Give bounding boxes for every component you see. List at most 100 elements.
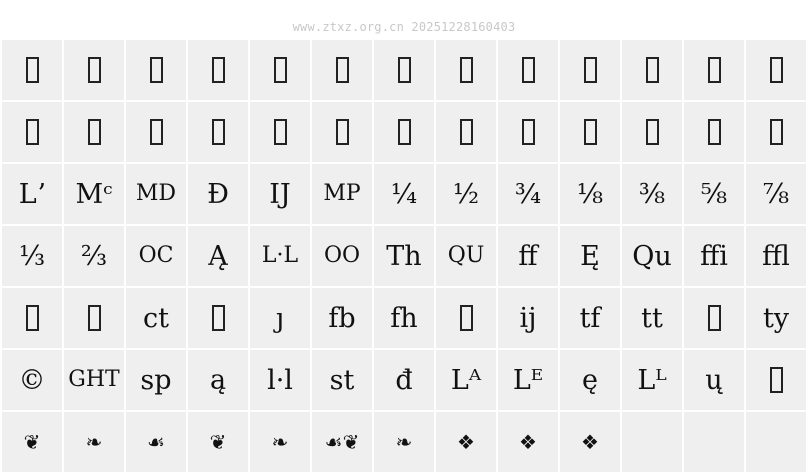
glyph-char: ⅝: [700, 178, 728, 210]
glyph-cell: ½: [436, 164, 496, 224]
glyph-char: MD: [135, 181, 177, 206]
missing-glyph-cell: [746, 350, 806, 410]
glyph-cell: Mᶜ: [64, 164, 124, 224]
missing-glyph-box-icon: [25, 119, 39, 145]
glyph-char: Lᴸ: [637, 364, 667, 396]
glyph-cell: fh: [374, 288, 434, 348]
glyph-cell: Đ: [188, 164, 248, 224]
missing-glyph-cell: [436, 288, 496, 348]
missing-glyph-box-icon: [459, 57, 473, 83]
glyph-cell: ⅞: [746, 164, 806, 224]
glyph-cell: MP: [312, 164, 372, 224]
glyph-cell: ffi: [684, 226, 744, 286]
glyph-cell: Ą: [188, 226, 248, 286]
glyph-cell: ų: [684, 350, 744, 410]
missing-glyph-box-icon: [149, 119, 163, 145]
glyph-cell: MD: [126, 164, 186, 224]
ornament-glyph: ❖: [457, 430, 475, 454]
glyph-char: Th: [386, 240, 422, 272]
missing-glyph-box-icon: [397, 119, 411, 145]
empty-cell: [746, 412, 806, 472]
glyph-char: Mᶜ: [75, 178, 113, 210]
glyph-char: l·l: [267, 364, 293, 396]
glyph-cell: Th: [374, 226, 434, 286]
ornament-glyph: ❖: [519, 430, 537, 454]
ornament-glyph-cell: ❧: [250, 412, 310, 472]
missing-glyph-box-icon: [397, 57, 411, 83]
glyph-char: IJ: [269, 178, 291, 210]
glyph-char: Lᴬ: [450, 364, 482, 396]
glyph-cell: st: [312, 350, 372, 410]
ornament-glyph: ❧: [85, 430, 103, 454]
glyph-char: tf: [579, 302, 601, 334]
glyph-cell: Lᴬ: [436, 350, 496, 410]
glyph-char: ffl: [762, 240, 790, 272]
glyph-cell: Lʼ: [2, 164, 62, 224]
glyph-char: ¼: [390, 178, 418, 210]
glyph-cell: ⅓: [2, 226, 62, 286]
glyph-char: đ: [395, 364, 413, 396]
missing-glyph-cell: [498, 40, 558, 100]
missing-glyph-box-icon: [25, 57, 39, 83]
glyph-char: ⅔: [80, 240, 108, 272]
missing-glyph-box-icon: [87, 119, 101, 145]
missing-glyph-cell: [684, 102, 744, 162]
missing-glyph-cell: [126, 102, 186, 162]
glyph-char: GHT: [68, 367, 120, 392]
ornament-glyph-cell: ☙: [126, 412, 186, 472]
glyph-cell: Lᴱ: [498, 350, 558, 410]
missing-glyph-box-icon: [459, 305, 473, 331]
missing-glyph-cell: [250, 102, 310, 162]
missing-glyph-box-icon: [583, 119, 597, 145]
missing-glyph-box-icon: [149, 57, 163, 83]
glyph-char: ę: [582, 364, 598, 396]
glyph-cell: ©: [2, 350, 62, 410]
glyph-cell: Ę: [560, 226, 620, 286]
missing-glyph-box-icon: [87, 57, 101, 83]
ornament-glyph: ❦: [209, 430, 227, 454]
missing-glyph-box-icon: [25, 305, 39, 331]
glyph-char: fh: [390, 302, 418, 334]
ornament-glyph-cell: ❖: [436, 412, 496, 472]
empty-cell: [622, 412, 682, 472]
missing-glyph-cell: [312, 102, 372, 162]
ornament-glyph: ☙❦: [324, 430, 360, 454]
ornament-glyph-cell: ❖: [498, 412, 558, 472]
missing-glyph-cell: [560, 102, 620, 162]
glyph-char: ff: [518, 240, 538, 272]
glyph-char: sp: [140, 364, 172, 396]
glyph-char: ą: [209, 364, 227, 396]
missing-glyph-cell: [2, 288, 62, 348]
missing-glyph-cell: [374, 102, 434, 162]
ornament-glyph-cell: ❧: [374, 412, 434, 472]
glyph-cell: Qu: [622, 226, 682, 286]
missing-glyph-cell: [64, 40, 124, 100]
glyph-char: Lᴱ: [512, 364, 544, 396]
missing-glyph-cell: [188, 102, 248, 162]
missing-glyph-cell: [436, 102, 496, 162]
missing-glyph-box-icon: [645, 119, 659, 145]
missing-glyph-box-icon: [521, 119, 535, 145]
glyph-char: OC: [138, 243, 174, 268]
glyph-cell: IJ: [250, 164, 310, 224]
glyph-cell: ct: [126, 288, 186, 348]
glyph-char: QU: [447, 243, 485, 268]
glyph-char: ij: [519, 302, 537, 334]
missing-glyph-box-icon: [273, 57, 287, 83]
missing-glyph-cell: [2, 102, 62, 162]
glyph-char: ct: [143, 302, 169, 334]
ornament-glyph: ❖: [581, 430, 599, 454]
ornament-glyph-cell: ❦: [2, 412, 62, 472]
missing-glyph-box-icon: [707, 305, 721, 331]
missing-glyph-cell: [188, 288, 248, 348]
glyph-cell: GHT: [64, 350, 124, 410]
missing-glyph-cell: [64, 288, 124, 348]
missing-glyph-cell: [622, 40, 682, 100]
glyph-char: ©: [18, 364, 46, 396]
missing-glyph-cell: [498, 102, 558, 162]
glyph-cell: ¼: [374, 164, 434, 224]
glyph-char: ⅛: [576, 178, 604, 210]
glyph-cell: OO: [312, 226, 372, 286]
glyph-char: ⅞: [762, 178, 790, 210]
missing-glyph-cell: [684, 40, 744, 100]
